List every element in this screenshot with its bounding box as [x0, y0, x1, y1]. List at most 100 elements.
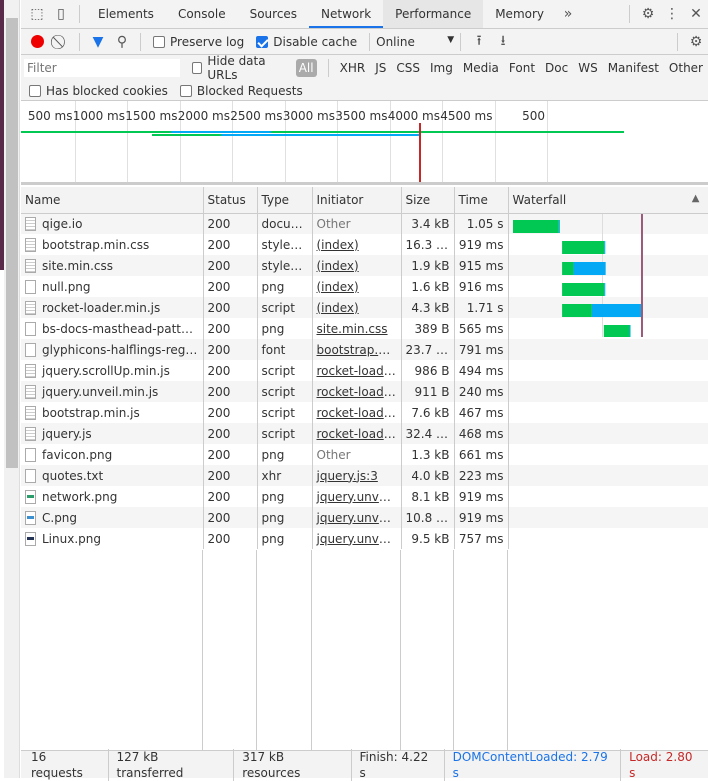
initiator-link[interactable]: bootstrap.mi...: [317, 343, 401, 357]
throttle-select[interactable]: Online ▼: [376, 35, 454, 49]
initiator-link[interactable]: jquery.js:3: [317, 469, 378, 483]
request-name[interactable]: Linux.png: [42, 532, 101, 546]
page-scrollbar-thumb[interactable]: [6, 18, 18, 468]
table-row[interactable]: jquery.scrollUp.min.js 200 script rocket-lo…: [21, 360, 708, 381]
initiator-link[interactable]: jquery.unveil....: [317, 511, 401, 525]
initiator-link[interactable]: (index): [317, 301, 359, 315]
column-header-waterfall[interactable]: Waterfall ▲: [508, 187, 708, 214]
filter-input[interactable]: [24, 58, 180, 77]
type-filter-ws[interactable]: WS: [578, 61, 597, 75]
initiator-link[interactable]: rocket-loade...: [317, 406, 401, 420]
type-filter-all[interactable]: All: [295, 58, 317, 77]
device-toolbar-icon[interactable]: ▯: [49, 2, 73, 26]
table-row[interactable]: favicon.png 200 png Other 1.3 kB 661 ms: [21, 444, 708, 465]
filter-funnel-icon[interactable]: ▼: [86, 30, 110, 54]
close-icon[interactable]: ✕: [684, 2, 708, 26]
search-icon[interactable]: ⚲: [110, 30, 134, 54]
cell-time: 494 ms: [454, 360, 509, 381]
request-name[interactable]: glyphicons-halflings-regul...: [42, 343, 202, 357]
column-header-time[interactable]: Time: [454, 187, 509, 214]
request-name[interactable]: C.png: [42, 511, 77, 525]
clear-icon[interactable]: ⃠: [49, 30, 73, 54]
blocked-requests-checkbox[interactable]: Blocked Requests: [179, 84, 303, 98]
image-icon: [25, 531, 36, 546]
document-icon: [25, 258, 36, 273]
cell-name: site.min.css: [21, 255, 204, 276]
request-name[interactable]: null.png: [42, 280, 91, 294]
type-filter-xhr[interactable]: XHR: [340, 61, 366, 75]
request-name[interactable]: site.min.css: [42, 259, 113, 273]
request-name[interactable]: favicon.png: [42, 448, 112, 462]
request-name[interactable]: network.png: [42, 490, 117, 504]
tab-memory[interactable]: Memory: [483, 0, 556, 28]
type-filter-other[interactable]: Other: [669, 61, 703, 75]
type-filter-manifest[interactable]: Manifest: [608, 61, 659, 75]
request-name[interactable]: rocket-loader.min.js: [42, 301, 160, 315]
type-filter-js[interactable]: JS: [375, 61, 386, 75]
table-row[interactable]: C.png 200 png jquery.unveil.... 10.8 kB 919 m…: [21, 507, 708, 528]
column-header-name[interactable]: Name: [21, 187, 204, 214]
column-header-type[interactable]: Type: [257, 187, 313, 214]
table-row[interactable]: null.png 200 png (index) 1.6 kB 916 ms: [21, 276, 708, 297]
record-button[interactable]: [25, 30, 49, 54]
tab-network[interactable]: Network: [309, 0, 384, 28]
timeline-overview[interactable]: 500 ms 1000 ms 1500 ms 2000 ms 2500 ms 3000 m…: [21, 101, 708, 185]
import-har-icon[interactable]: ⭱: [467, 30, 491, 54]
request-name[interactable]: jquery.unveil.min.js: [42, 385, 158, 399]
table-row[interactable]: bootstrap.min.js 200 script rocket-loade...…: [21, 402, 708, 423]
disable-cache-checkbox[interactable]: Disable cache: [256, 35, 357, 49]
table-row[interactable]: qige.io 200 docum... Other 3.4 kB 1.05 s: [21, 213, 708, 234]
table-row[interactable]: Linux.png 200 png jquery.unveil.... 9.5 kB 75…: [21, 528, 708, 549]
table-row[interactable]: bs-docs-masthead-pattern... 200 png site.mi…: [21, 318, 708, 339]
table-row[interactable]: jquery.unveil.min.js 200 script rocket-load…: [21, 381, 708, 402]
initiator-link[interactable]: site.min.css: [317, 322, 388, 336]
cell-initiator: rocket-loade...: [312, 423, 402, 444]
request-name[interactable]: bs-docs-masthead-pattern...: [42, 322, 202, 336]
request-name[interactable]: jquery.scrollUp.min.js: [42, 364, 170, 378]
table-row[interactable]: rocket-loader.min.js 200 script (index) 4.3 …: [21, 297, 708, 318]
table-row[interactable]: bootstrap.min.css 200 stylesh... (index) 16.…: [21, 234, 708, 255]
table-row[interactable]: site.min.css 200 stylesh... (index) 1.9 kB 91…: [21, 255, 708, 276]
column-header-size[interactable]: Size: [401, 187, 455, 214]
initiator-link[interactable]: (index): [317, 238, 359, 252]
type-filter-media[interactable]: Media: [463, 61, 499, 75]
tab-sources[interactable]: Sources: [238, 0, 309, 28]
file-icon: [25, 468, 36, 483]
tab-performance[interactable]: Performance: [383, 0, 484, 28]
request-name[interactable]: qige.io: [42, 217, 82, 231]
request-name[interactable]: bootstrap.min.js: [42, 406, 140, 420]
table-row[interactable]: jquery.js 200 script rocket-loade... 32.4 kB…: [21, 423, 708, 444]
settings-gear-icon[interactable]: ⚙: [636, 2, 660, 26]
hide-data-urls-checkbox[interactable]: Hide data URLs: [192, 54, 285, 82]
inspect-element-icon[interactable]: ⬚: [25, 2, 49, 26]
request-name[interactable]: quotes.txt: [42, 469, 103, 483]
type-filter-css[interactable]: CSS: [396, 61, 420, 75]
cell-time: 915 ms: [454, 255, 509, 276]
table-row[interactable]: glyphicons-halflings-regul... 200 font boot…: [21, 339, 708, 360]
column-header-status[interactable]: Status: [203, 187, 258, 214]
more-tabs-icon[interactable]: »: [556, 2, 580, 26]
column-header-initiator[interactable]: Initiator: [312, 187, 402, 214]
request-name[interactable]: jquery.js: [42, 427, 92, 441]
initiator-link[interactable]: (index): [317, 259, 359, 273]
initiator-link[interactable]: (index): [317, 280, 359, 294]
type-filter-font[interactable]: Font: [509, 61, 535, 75]
tab-elements[interactable]: Elements: [86, 0, 166, 28]
kebab-menu-icon[interactable]: ⋮: [660, 2, 684, 26]
type-filter-img[interactable]: Img: [430, 61, 453, 75]
initiator-link[interactable]: rocket-loade...: [317, 364, 401, 378]
initiator-link[interactable]: rocket-loade...: [317, 427, 401, 441]
table-row[interactable]: quotes.txt 200 xhr jquery.js:3 4.0 kB 223 ms: [21, 465, 708, 486]
network-settings-gear-icon[interactable]: ⚙: [684, 30, 708, 54]
has-blocked-cookies-checkbox[interactable]: Has blocked cookies: [29, 84, 168, 98]
request-name[interactable]: bootstrap.min.css: [42, 238, 149, 252]
dropdown-arrow-icon: ▼: [447, 34, 455, 45]
initiator-link[interactable]: jquery.unveil....: [317, 490, 401, 504]
preserve-log-checkbox[interactable]: Preserve log: [153, 35, 244, 49]
tab-console[interactable]: Console: [166, 0, 238, 28]
type-filter-doc[interactable]: Doc: [545, 61, 568, 75]
initiator-link[interactable]: rocket-loade...: [317, 385, 401, 399]
export-har-icon[interactable]: ⭳: [491, 30, 515, 54]
table-row[interactable]: network.png 200 png jquery.unveil.... 8.1 kB…: [21, 486, 708, 507]
initiator-link[interactable]: jquery.unveil....: [317, 532, 401, 546]
